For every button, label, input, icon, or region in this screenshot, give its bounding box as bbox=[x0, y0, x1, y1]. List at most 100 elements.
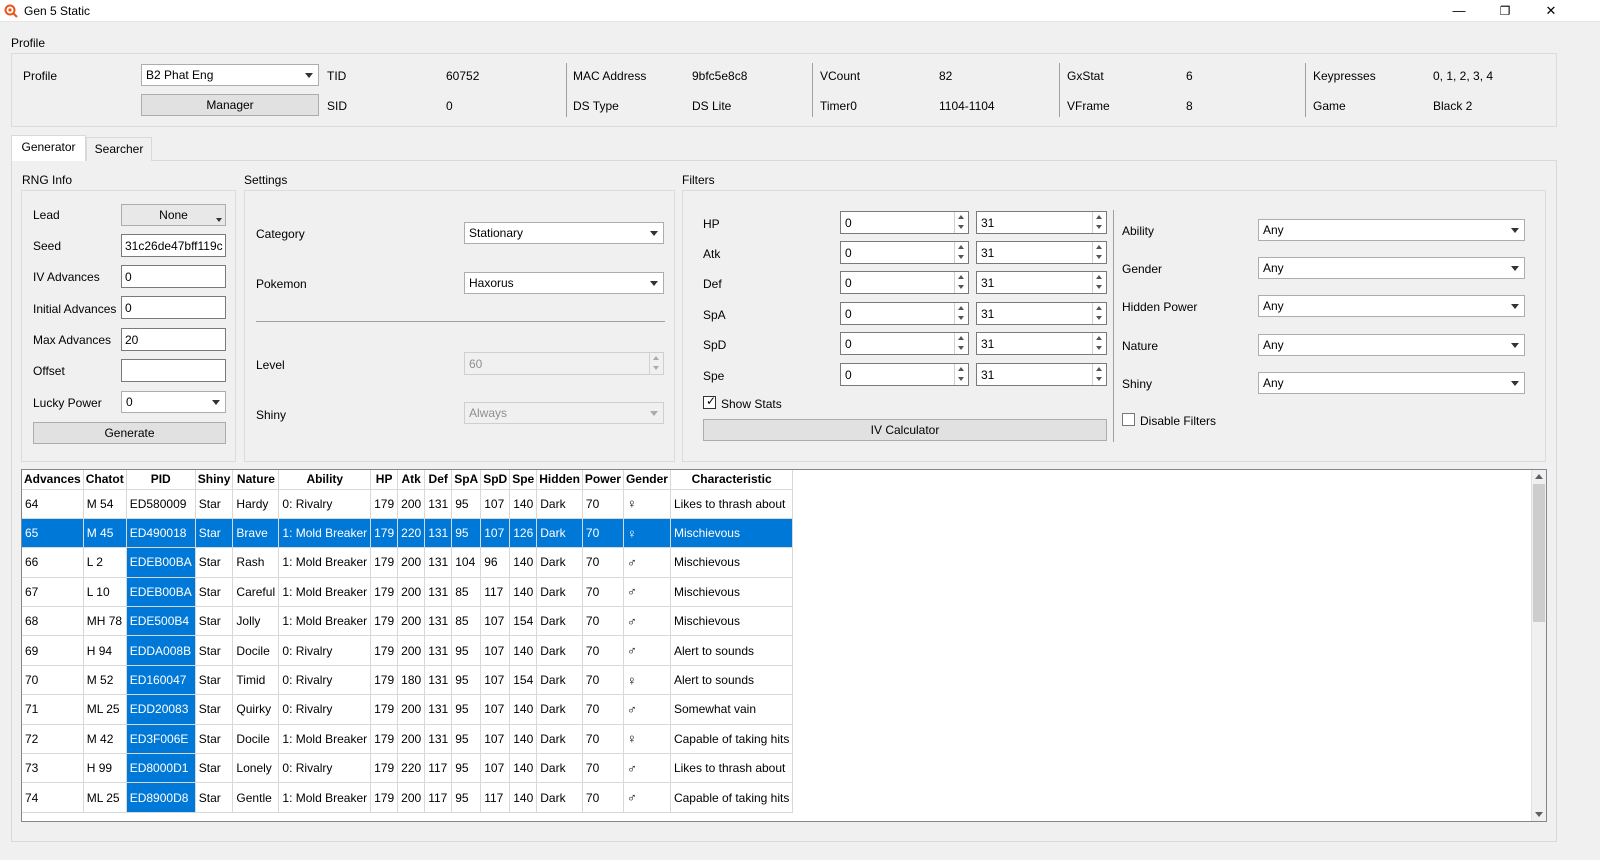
level-spinbox[interactable]: 60 bbox=[464, 352, 664, 375]
spin-buttons[interactable] bbox=[954, 364, 968, 385]
nature-select[interactable]: Any bbox=[1258, 334, 1525, 356]
settings-shiny-select[interactable]: Always bbox=[464, 402, 664, 424]
spin-buttons[interactable] bbox=[954, 272, 968, 293]
spa-iv-max[interactable]: 31 bbox=[976, 302, 1107, 325]
profile-select[interactable]: B2 Phat Eng bbox=[141, 64, 319, 86]
table-cell: ♀ bbox=[623, 724, 671, 755]
keypresses-value: 0, 1, 2, 3, 4 bbox=[1433, 69, 1494, 83]
lucky-power-value: 0 bbox=[126, 395, 133, 409]
results-scrollbar[interactable] bbox=[1531, 470, 1546, 821]
spd-iv-min[interactable]: 0 bbox=[840, 332, 969, 355]
scrollbar-thumb[interactable] bbox=[1533, 484, 1545, 622]
table-row[interactable]: 70 M 52 ED160047 Star Timid 0: Rivalry 179 180 1… bbox=[22, 665, 794, 696]
manager-button[interactable]: Manager bbox=[141, 94, 319, 116]
column-header[interactable]: SpA bbox=[451, 470, 482, 490]
column-header[interactable]: Shiny bbox=[195, 470, 234, 490]
table-cell: EDE500B4 bbox=[126, 606, 196, 637]
generate-button[interactable]: Generate bbox=[33, 422, 226, 444]
atk-iv-min[interactable]: 0 bbox=[840, 241, 969, 264]
seed-input[interactable]: 31c26de47bff119c bbox=[121, 234, 226, 257]
hidden-power-select[interactable]: Any bbox=[1258, 295, 1525, 317]
filter-shiny-select[interactable]: Any bbox=[1258, 372, 1525, 394]
spa-iv-min[interactable]: 0 bbox=[840, 302, 969, 325]
tab-searcher[interactable]: Searcher bbox=[86, 137, 152, 161]
restore-button[interactable]: ❐ bbox=[1482, 0, 1528, 22]
column-header[interactable]: Gender bbox=[623, 470, 671, 490]
spin-buttons[interactable] bbox=[1092, 242, 1106, 263]
table-row[interactable]: 64 M 54 ED580009 Star Hardy 0: Rivalry 179 200 1… bbox=[22, 489, 794, 519]
spin-buttons[interactable] bbox=[1092, 364, 1106, 385]
atk-iv-max[interactable]: 31 bbox=[976, 241, 1107, 264]
table-row[interactable]: 67 L 10 EDEB00BA Star Careful 1: Mold Breaker… bbox=[22, 577, 794, 608]
column-header[interactable]: Nature bbox=[232, 470, 280, 490]
table-cell: Timid bbox=[232, 665, 280, 696]
offset-input[interactable] bbox=[121, 359, 226, 382]
column-header[interactable]: SpD bbox=[480, 470, 511, 490]
spin-buttons[interactable] bbox=[1092, 333, 1106, 354]
spin-buttons[interactable] bbox=[954, 242, 968, 263]
scroll-down-icon[interactable] bbox=[1535, 812, 1543, 817]
show-stats-checkbox[interactable]: ✓ bbox=[703, 395, 716, 409]
table-cell: 107 bbox=[480, 635, 511, 666]
close-button[interactable]: ✕ bbox=[1528, 0, 1574, 22]
spin-buttons[interactable] bbox=[1092, 272, 1106, 293]
spin-buttons[interactable] bbox=[954, 303, 968, 324]
column-header[interactable]: HP bbox=[370, 470, 399, 490]
table-cell: Star bbox=[195, 694, 234, 725]
table-row[interactable]: 66 L 2 EDEB00BA Star Rash 1: Mold Breaker 179 2… bbox=[22, 547, 794, 578]
spin-buttons[interactable] bbox=[1092, 212, 1106, 233]
table-row[interactable]: 71 ML 25 EDD20083 Star Quirky 0: Rivalry 179 20… bbox=[22, 694, 794, 725]
column-header[interactable]: Atk bbox=[397, 470, 426, 490]
table-row[interactable]: 68 MH 78 EDE500B4 Star Jolly 1: Mold Breaker 1… bbox=[22, 606, 794, 637]
spe-iv-min[interactable]: 0 bbox=[840, 363, 969, 386]
def-iv-min[interactable]: 0 bbox=[840, 271, 969, 294]
table-row[interactable]: 74 ML 25 ED8900D8 Star Gentle 1: Mold Breaker… bbox=[22, 782, 794, 813]
hp-iv-min[interactable]: 0 bbox=[840, 211, 969, 234]
table-cell: M 54 bbox=[83, 489, 127, 519]
table-row[interactable]: 69 H 94 EDDA008B Star Docile 0: Rivalry 179 200… bbox=[22, 635, 794, 666]
column-header[interactable]: Chatot bbox=[83, 470, 127, 490]
table-cell: 140 bbox=[509, 724, 538, 755]
spin-buttons[interactable] bbox=[954, 212, 968, 233]
results-table[interactable]: Advances Chatot PID Shiny Nature Ability HP Atk… bbox=[21, 469, 1547, 822]
column-header[interactable]: PID bbox=[126, 470, 196, 490]
arrow-up-icon bbox=[653, 356, 659, 360]
table-row[interactable]: 73 H 99 ED8000D1 Star Lonely 0: Rivalry 179 220… bbox=[22, 753, 794, 784]
column-header[interactable]: Def bbox=[424, 470, 453, 490]
column-header[interactable]: Spe bbox=[509, 470, 538, 490]
ability-select[interactable]: Any bbox=[1258, 219, 1525, 241]
table-cell: Gentle bbox=[232, 782, 280, 813]
gender-select[interactable]: Any bbox=[1258, 257, 1525, 279]
category-select[interactable]: Stationary bbox=[464, 222, 664, 244]
max-advances-input[interactable]: 20 bbox=[121, 328, 226, 351]
disable-filters-checkbox[interactable] bbox=[1122, 413, 1135, 426]
lead-button[interactable]: None bbox=[121, 204, 226, 226]
column-header[interactable]: Characteristic bbox=[670, 470, 794, 490]
iv-advances-input[interactable]: 0 bbox=[121, 265, 226, 288]
column-header[interactable]: Advances bbox=[22, 470, 84, 490]
column-header[interactable]: Hidden bbox=[536, 470, 583, 490]
column-header[interactable]: Power bbox=[582, 470, 624, 490]
lucky-power-select[interactable]: 0 bbox=[121, 391, 226, 413]
spd-iv-max[interactable]: 31 bbox=[976, 332, 1107, 355]
spin-buttons[interactable] bbox=[1092, 303, 1106, 324]
table-cell: 131 bbox=[424, 518, 453, 549]
hp-iv-max[interactable]: 31 bbox=[976, 211, 1107, 234]
def-iv-max[interactable]: 31 bbox=[976, 271, 1107, 294]
table-cell: Dark bbox=[536, 518, 583, 549]
profile-divider bbox=[1059, 63, 1060, 117]
sid-value: 0 bbox=[446, 99, 453, 113]
scroll-up-icon[interactable] bbox=[1535, 474, 1543, 479]
spe-iv-max[interactable]: 31 bbox=[976, 363, 1107, 386]
iv-calculator-button[interactable]: IV Calculator bbox=[703, 419, 1107, 441]
column-header[interactable]: Ability bbox=[278, 470, 372, 490]
tab-generator[interactable]: Generator bbox=[11, 135, 86, 161]
initial-advances-input[interactable]: 0 bbox=[121, 296, 226, 319]
table-row[interactable]: 72 M 42 ED3F006E Star Docile 1: Mold Breaker 1… bbox=[22, 724, 794, 755]
table-row[interactable]: 65 M 45 ED490018 Star Brave 1: Mold Breaker 17… bbox=[22, 518, 794, 549]
pokemon-select[interactable]: Haxorus bbox=[464, 272, 664, 294]
spin-buttons[interactable] bbox=[954, 333, 968, 354]
table-cell: ♀ bbox=[623, 518, 671, 549]
spin-buttons[interactable] bbox=[649, 353, 663, 374]
minimize-button[interactable]: — bbox=[1436, 0, 1482, 22]
